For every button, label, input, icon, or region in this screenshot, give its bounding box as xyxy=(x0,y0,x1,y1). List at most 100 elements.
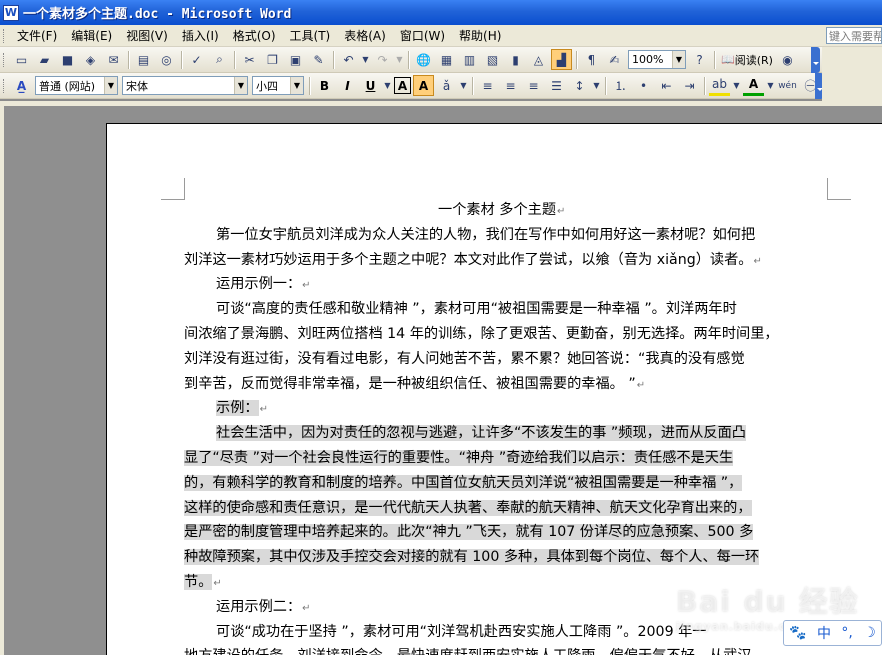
insert-excel-icon[interactable]: ▧ xyxy=(482,49,503,70)
document-line[interactable]: 种故障预案，其中仅涉及手控交会对接的就有 100 多种，具体到每个岗位、每个人、… xyxy=(184,545,760,569)
italic-button[interactable]: I xyxy=(337,75,358,96)
show-hide-icon[interactable]: ¶ xyxy=(581,49,602,70)
copy-icon[interactable]: ❐ xyxy=(262,49,283,70)
drawing-icon[interactable]: ◬ xyxy=(528,49,549,70)
pinyin-icon[interactable]: wén xyxy=(777,75,798,96)
document-line[interactable]: 的，有赖科学的教育和制度的培养。中国首位女航天员刘洋说“被祖国需要是一种幸福 ”… xyxy=(184,471,743,495)
document-line[interactable]: 刘洋没有逛过街，没有看过电影，有人问她苦不苦，累不累？她回答说：“我真的没有感觉 xyxy=(184,347,745,371)
toolbar-grip[interactable] xyxy=(3,52,6,67)
chevron-down-icon[interactable]: ▼ xyxy=(290,77,303,94)
chevron-down-icon[interactable]: ▼ xyxy=(104,77,117,94)
chevron-down-icon[interactable]: ▼ xyxy=(672,51,685,68)
save-icon[interactable]: ■ xyxy=(57,49,78,70)
document-line[interactable]: 间浓缩了景海鹏、刘旺两位搭档 14 年的训练，除了更艰苦、更勤奋，别无选择。两年… xyxy=(184,322,779,346)
toolbar-grip[interactable] xyxy=(3,78,6,93)
ime-toolbar[interactable]: 🐾 中 °, ☽ xyxy=(783,620,882,646)
align-left-icon[interactable]: ≡ xyxy=(477,75,498,96)
increase-indent-icon[interactable]: ⇥ xyxy=(679,75,700,96)
document-line[interactable]: 是严密的制度管理中培养起来的。此次“神九 ”飞天，就有 107 份详尽的应急预案… xyxy=(184,520,754,544)
research-pane-icon[interactable]: ◉ xyxy=(777,49,798,70)
research-icon[interactable]: ⌕ xyxy=(209,49,230,70)
redo-icon[interactable]: ↷ xyxy=(372,49,393,70)
align-center-icon[interactable]: ≡ xyxy=(500,75,521,96)
undo-dropdown-icon[interactable]: ▼ xyxy=(361,49,370,70)
insert-hyperlink-icon[interactable]: 🌐 xyxy=(413,49,434,70)
paste-icon[interactable]: ▣ xyxy=(285,49,306,70)
line-spacing-icon[interactable]: ↕ xyxy=(569,75,590,96)
columns-icon[interactable]: ▮ xyxy=(505,49,526,70)
print-icon[interactable]: ▤ xyxy=(133,49,154,70)
phonetic-dropdown-icon[interactable]: ▼ xyxy=(459,75,468,96)
format-painter-icon[interactable]: ✎ xyxy=(308,49,329,70)
menu-help[interactable]: 帮助(H) xyxy=(452,27,508,44)
print-preview-icon[interactable]: ◎ xyxy=(156,49,177,70)
moon-icon[interactable]: ☽ xyxy=(863,625,876,641)
menubar-grip[interactable] xyxy=(3,28,6,43)
document-line[interactable]: 第一位女宇航员刘洋成为众人关注的人物，我们在写作中如何用好这一素材呢？如何把 xyxy=(216,223,755,247)
redo-dropdown-icon[interactable]: ▼ xyxy=(395,49,404,70)
toolbar-options-button[interactable] xyxy=(811,47,820,73)
read-button[interactable]: 📖 阅读(R) xyxy=(718,52,776,68)
new-document-icon[interactable]: ▭ xyxy=(11,49,32,70)
document-line[interactable]: 显了“尽责 ”对一个社会良性运行的重要性。“神舟 ”奇迹给我们以启示：责任感不是… xyxy=(184,446,734,470)
bold-button[interactable]: B xyxy=(314,75,335,96)
highlight-icon[interactable]: ab xyxy=(709,75,730,96)
character-border-button[interactable]: A xyxy=(394,77,411,94)
ink-icon[interactable]: ✍ xyxy=(604,49,625,70)
cut-icon[interactable]: ✂ xyxy=(239,49,260,70)
document-line[interactable]: 刘洋这一素材巧妙运用于多个主题之中呢？本文对此作了尝试，以飨（音为 xiǎng）… xyxy=(184,248,762,272)
justify-icon[interactable]: ☰ xyxy=(546,75,567,96)
document-line[interactable]: 地方建设的任务，刘洋接到命令，最快速度赶到西安实施人工降雨，偏偏天气不好，从武汉 xyxy=(184,644,752,655)
permission-icon[interactable]: ◈ xyxy=(80,49,101,70)
document-line[interactable]: 这样的使命感和责任意识，是一代代航天人执著、奉献的航天精神、航天文化孕育出来的， xyxy=(184,496,752,520)
document-line[interactable]: 运用示例二：↵ xyxy=(216,595,311,619)
menu-format[interactable]: 格式(O) xyxy=(226,27,283,44)
menu-edit[interactable]: 编辑(E) xyxy=(64,27,119,44)
tables-borders-icon[interactable]: ▦ xyxy=(436,49,457,70)
zoom-select[interactable]: 100% ▼ xyxy=(628,50,686,69)
document-map-icon[interactable]: ▟ xyxy=(551,49,572,70)
align-right-icon[interactable]: ≡ xyxy=(523,75,544,96)
paw-icon[interactable]: 🐾 xyxy=(789,625,806,641)
styles-formatting-icon[interactable]: A̲ xyxy=(11,75,32,96)
document-line[interactable]: 节。↵ xyxy=(184,570,222,594)
menu-window[interactable]: 窗口(W) xyxy=(393,27,452,44)
character-shading-button[interactable]: A xyxy=(413,75,434,96)
font-color-dropdown-icon[interactable]: ▼ xyxy=(766,75,775,96)
email-icon[interactable]: ✉ xyxy=(103,49,124,70)
menu-tools[interactable]: 工具(T) xyxy=(283,27,338,44)
document-line[interactable]: 社会生活中，因为对责任的忽视与逃避，让许多“不该发生的事 ”频现，进而从反面凸 xyxy=(216,421,746,445)
menu-view[interactable]: 视图(V) xyxy=(119,27,175,44)
help-icon[interactable]: ? xyxy=(689,49,710,70)
chevron-down-icon[interactable]: ▼ xyxy=(234,77,247,94)
document-line[interactable]: 到辛苦，反而觉得非常幸福，是一种被组织信任、被祖国需要的幸福。 ”↵ xyxy=(184,372,645,396)
document-line[interactable]: 可谈“高度的责任感和敬业精神 ”，素材可用“被祖国需要是一种幸福 ”。刘洋两年时 xyxy=(216,297,737,321)
phonetic-guide-icon[interactable]: ǎ xyxy=(436,75,457,96)
underline-dropdown-icon[interactable]: ▼ xyxy=(383,75,392,96)
document-line[interactable]: 运用示例一：↵ xyxy=(216,272,311,296)
bullets-icon[interactable]: • xyxy=(633,75,654,96)
menu-file[interactable]: 文件(F) xyxy=(10,27,64,44)
menu-insert[interactable]: 插入(I) xyxy=(175,27,226,44)
decrease-indent-icon[interactable]: ⇤ xyxy=(656,75,677,96)
document-line[interactable]: 示例：↵ xyxy=(216,396,268,420)
style-select[interactable]: 普通 (网站) ▼ xyxy=(35,76,118,95)
insert-table-icon[interactable]: ▥ xyxy=(459,49,480,70)
document-line[interactable]: 可谈“成功在于坚持 ”，素材可用“刘洋驾机赴西安实施人工降雨 ”。2009 年一 xyxy=(216,620,706,644)
font-size-select[interactable]: 小四 ▼ xyxy=(252,76,304,95)
undo-icon[interactable]: ↶ xyxy=(338,49,359,70)
font-color-icon[interactable]: A xyxy=(743,75,764,96)
document-line[interactable]: 一个素材 多个主题↵ xyxy=(438,198,565,222)
highlight-dropdown-icon[interactable]: ▼ xyxy=(732,75,741,96)
numbering-icon[interactable]: ⒈ xyxy=(610,75,631,96)
open-folder-icon[interactable]: ▰ xyxy=(34,49,55,70)
word-app-icon[interactable]: W xyxy=(3,4,19,21)
ime-mode[interactable]: 中 xyxy=(817,623,831,643)
help-search-input[interactable]: 键入需要帮 xyxy=(826,27,882,44)
ime-punctuation[interactable]: °, xyxy=(841,625,852,641)
line-spacing-dropdown-icon[interactable]: ▼ xyxy=(592,75,601,96)
underline-button[interactable]: U xyxy=(360,75,381,96)
menu-table[interactable]: 表格(A) xyxy=(337,27,393,44)
font-select[interactable]: 宋体 ▼ xyxy=(122,76,248,95)
spelling-icon[interactable]: ✓ xyxy=(186,49,207,70)
